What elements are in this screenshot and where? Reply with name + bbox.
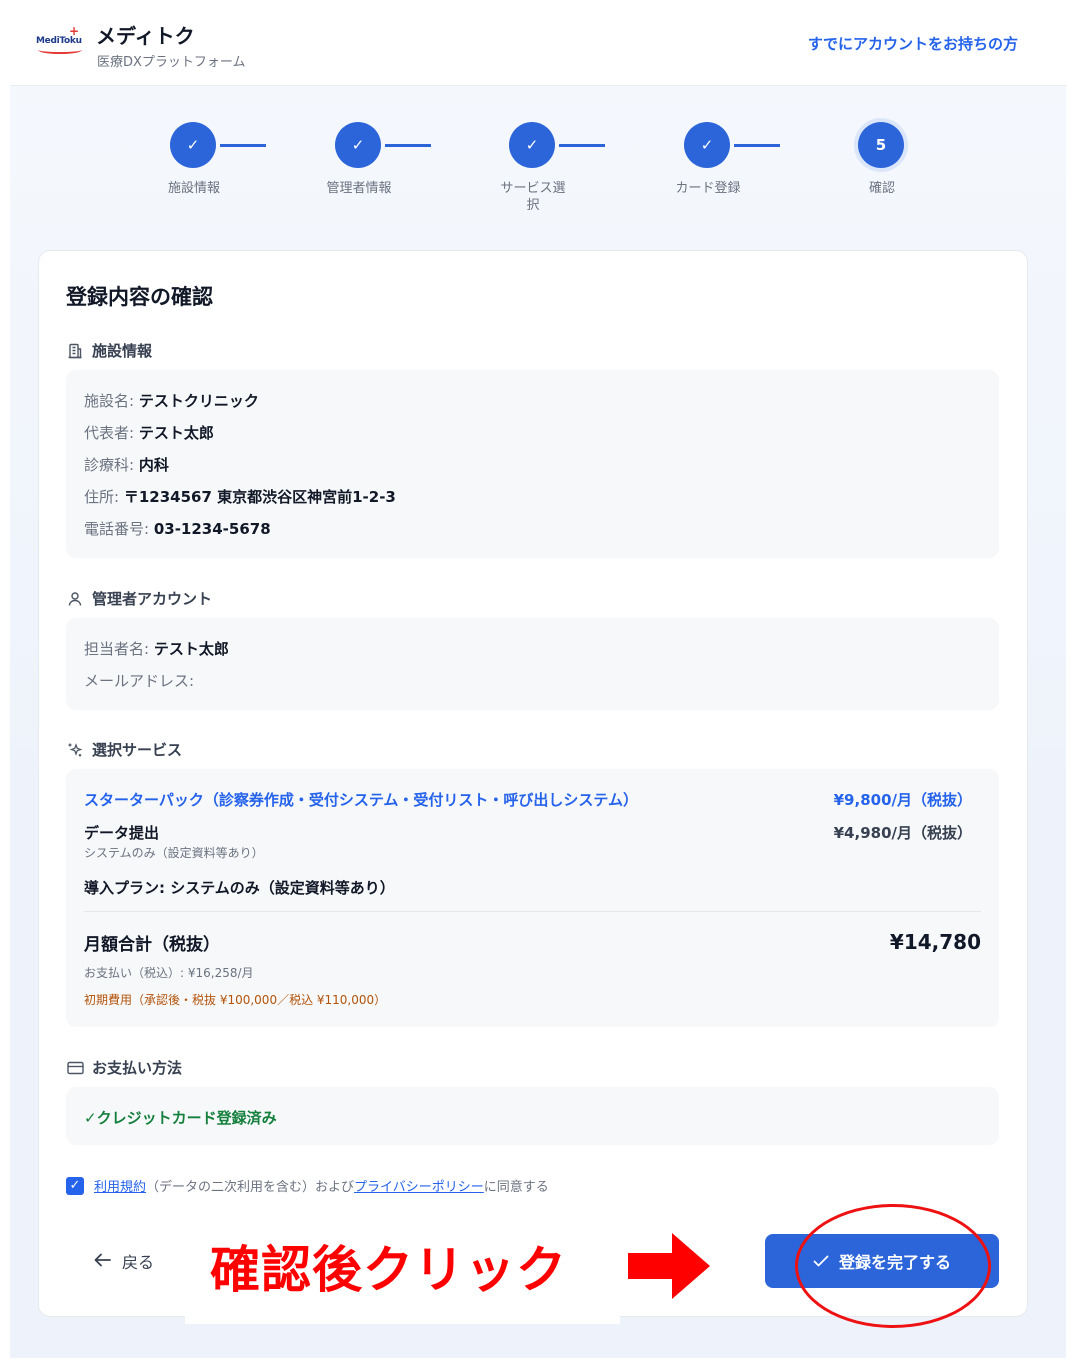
step-label: 管理者情報 bbox=[326, 181, 392, 196]
services-section-heading: 選択サービス bbox=[66, 739, 182, 760]
phone-row: 電話番号: 03-1234-5678 bbox=[84, 520, 271, 538]
app-header: MediToku + メディトク 医療DXプラットフォーム すでにアカウントをお… bbox=[10, 0, 1066, 86]
check-icon: ✓ bbox=[335, 122, 381, 168]
brand-subtitle: 医療DXプラットフォーム bbox=[97, 55, 246, 70]
check-icon: ✓ bbox=[170, 122, 216, 168]
credit-card-icon bbox=[66, 1059, 84, 1077]
payment-section-heading: お支払い方法 bbox=[66, 1057, 182, 1078]
admin-info-box bbox=[66, 618, 999, 710]
building-icon bbox=[66, 342, 84, 360]
card-registered-status: ✓クレジットカード登録済み bbox=[84, 1109, 277, 1127]
starter-pack-name: スターターパック（診察券作成・受付システム・受付リスト・呼び出しシステム） bbox=[84, 791, 638, 809]
annotation-circle bbox=[795, 1204, 991, 1328]
user-icon bbox=[66, 590, 84, 608]
facility-section-heading: 施設情報 bbox=[66, 340, 152, 361]
step-connector bbox=[734, 144, 780, 147]
starter-pack-price: ¥9,800/月（税抜） bbox=[833, 791, 972, 809]
monthly-total-label: 月額合計（税抜） bbox=[84, 935, 220, 955]
facility-name-row: 施設名: テストクリニック bbox=[84, 392, 259, 410]
sparkle-icon bbox=[66, 741, 84, 759]
contact-name-row: 担当者名: テスト太郎 bbox=[84, 640, 229, 658]
tax-included-payment: お支払い（税込）: ¥16,258/月 bbox=[84, 966, 254, 980]
step-label: 施設情報 bbox=[167, 181, 220, 196]
terms-agreement: ✓ 利用規約（データの二次利用を含む）およびプライバシーポリシーに同意する bbox=[66, 1176, 549, 1195]
data-submission-price: ¥4,980/月（税抜） bbox=[833, 824, 972, 842]
address-row: 住所: 〒1234567 東京都渋谷区神宮前1-2-3 bbox=[84, 488, 396, 506]
step-connector bbox=[220, 144, 266, 147]
initial-fee: 初期費用（承認後・税抜 ¥100,000／税込 ¥110,000） bbox=[84, 993, 387, 1007]
monthly-total-value: ¥14,780 bbox=[889, 930, 981, 954]
arrow-right-icon bbox=[628, 1231, 710, 1305]
data-submission-sub: システムのみ（設定資料等あり） bbox=[84, 846, 264, 860]
divider bbox=[84, 911, 981, 912]
back-button[interactable]: 戻る bbox=[94, 1249, 154, 1273]
check-icon: ✓ bbox=[509, 122, 555, 168]
department-row: 診療科: 内科 bbox=[84, 456, 169, 474]
step-label: 確認 bbox=[868, 181, 895, 196]
install-plan: 導入プラン: システムのみ（設定資料等あり） bbox=[84, 879, 395, 897]
arrow-left-icon bbox=[94, 1252, 112, 1271]
brand-name: メディトク bbox=[96, 24, 195, 48]
privacy-policy-link[interactable]: プライバシーポリシー bbox=[354, 1180, 484, 1195]
admin-section-heading: 管理者アカウント bbox=[66, 588, 212, 609]
check-icon: ✓ bbox=[684, 122, 730, 168]
data-submission-name: データ提出 bbox=[84, 824, 160, 842]
terms-link[interactable]: 利用規約 bbox=[94, 1180, 146, 1195]
step-number: 5 bbox=[858, 122, 904, 168]
step-connector bbox=[385, 144, 431, 147]
agree-checkbox[interactable]: ✓ bbox=[66, 1176, 84, 1195]
existing-account-link[interactable]: すでにアカウントをお持ちの方 bbox=[808, 33, 1018, 54]
step-label: カード登録 bbox=[675, 181, 741, 196]
email-row: メールアドレス: bbox=[84, 672, 195, 690]
step-connector bbox=[559, 144, 605, 147]
representative-row: 代表者: テスト太郎 bbox=[84, 424, 214, 442]
step-label: サービス選 択 bbox=[500, 181, 566, 213]
page-title: 登録内容の確認 bbox=[66, 285, 213, 309]
meditoku-logo: MediToku + bbox=[36, 24, 86, 60]
annotation-text: 確認後クリック bbox=[210, 1241, 567, 1299]
